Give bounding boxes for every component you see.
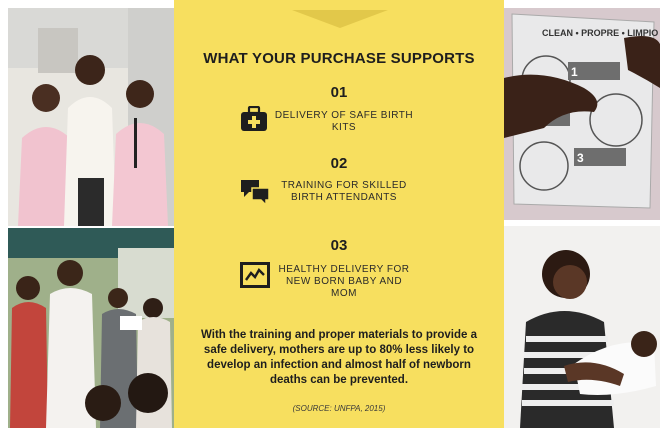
item-3-text: HEALTHY DELIVERY FOR NEW BORN BABY AND M… (278, 264, 410, 299)
kit-step-3: 3 (577, 151, 584, 165)
photo-birth-kit: CLEAN • PROPRE • LIMPIO 1 2 3 (504, 8, 660, 220)
line-graph-icon (240, 262, 270, 292)
statistic-paragraph: With the training and proper materials t… (201, 329, 477, 386)
item-1-number: 01 (330, 84, 348, 101)
source-citation: (SOURCE: UNFPA, 2015) (292, 404, 386, 413)
bottom-margin (0, 428, 660, 435)
kit-step-1: 1 (571, 65, 578, 79)
top-notch (292, 10, 388, 28)
chat-bubbles-icon (240, 178, 270, 210)
photo-health-workers (8, 8, 174, 226)
item-1-text: DELIVERY OF SAFE BIRTH KITS (274, 110, 414, 133)
item-3-number: 03 (330, 237, 348, 254)
medical-kit-icon (240, 105, 268, 136)
photo-mother-baby (504, 226, 660, 428)
photo-training-crowd (8, 228, 174, 428)
item-2-number: 02 (330, 155, 348, 172)
item-2-text: TRAINING FOR SKILLED BIRTH ATTENDANTS (281, 180, 407, 203)
infographic: WHAT YOUR PURCHASE SUPPORTS 01 DELIVERY … (0, 0, 660, 435)
content-panel: WHAT YOUR PURCHASE SUPPORTS 01 DELIVERY … (174, 0, 504, 435)
panel-title: WHAT YOUR PURCHASE SUPPORTS (203, 50, 475, 67)
